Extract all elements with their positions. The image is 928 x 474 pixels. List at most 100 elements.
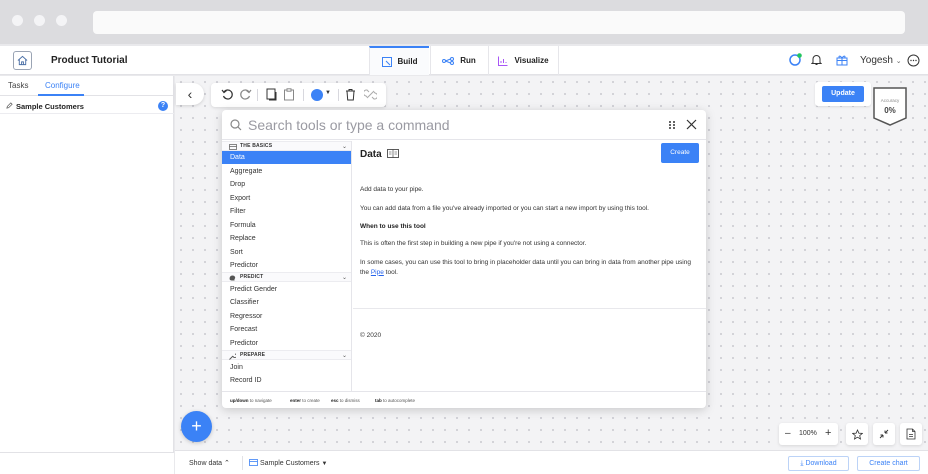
bottom-data-bar: Show data ⌃ Sample Customers ▼ ⤓ Downloa…	[175, 450, 928, 474]
plus-icon: +	[191, 416, 202, 436]
chevron-up-icon: ⌃	[224, 460, 230, 467]
divider	[353, 308, 706, 309]
toolbar-separator	[257, 89, 258, 101]
table-icon	[229, 144, 237, 150]
section-heading: When to use this tool	[360, 223, 426, 230]
zoom-out-button[interactable]: –	[785, 428, 791, 439]
drag-handle-icon[interactable]	[668, 120, 676, 130]
sidebar-item-label: Sample Customers	[16, 102, 84, 111]
color-picker-swatch[interactable]	[311, 89, 323, 101]
home-button[interactable]	[13, 51, 32, 70]
list-item[interactable]: Filter	[222, 205, 351, 218]
export-document-button[interactable]	[900, 423, 922, 445]
star-outline-icon	[851, 428, 863, 440]
pipe-link[interactable]: Pipe	[371, 269, 384, 276]
chevron-down-icon[interactable]: ▼	[325, 90, 331, 96]
download-button[interactable]: ⤓ Download	[788, 456, 849, 471]
chevron-left-icon: ‹	[187, 86, 193, 102]
tab-visualize[interactable]: Visualize	[488, 46, 559, 75]
hint-navigate: up/down to navigate	[230, 398, 272, 403]
list-item[interactable]: Record ID	[222, 374, 351, 387]
tab-configure[interactable]: Configure	[45, 81, 80, 90]
sidebar-footer	[0, 452, 174, 474]
list-item[interactable]: Forecast	[222, 323, 351, 336]
list-item[interactable]: Data	[222, 151, 351, 164]
bell-icon[interactable]	[811, 54, 822, 66]
help-icon[interactable]: ?	[158, 101, 168, 111]
add-node-button[interactable]: +	[181, 411, 212, 442]
url-bar[interactable]	[93, 11, 905, 34]
tab-build[interactable]: Build	[369, 46, 429, 75]
home-icon	[17, 55, 28, 66]
close-icon[interactable]	[686, 119, 697, 130]
chevron-down-icon: ⌄	[342, 353, 348, 359]
section-header-prepare[interactable]: PREPARE ⌄	[222, 350, 351, 360]
minimize-view-button[interactable]	[873, 423, 895, 445]
sidebar-tabs: Tasks Configure	[0, 76, 174, 96]
trash-icon[interactable]	[345, 88, 356, 101]
list-item[interactable]: Predictor	[222, 259, 351, 272]
tab-run[interactable]: Run	[430, 46, 487, 75]
window-close-dot[interactable]	[12, 15, 23, 26]
divider	[242, 456, 243, 470]
list-item[interactable]: Predictor	[222, 337, 351, 350]
update-button[interactable]: Update	[822, 86, 864, 102]
tool-detail-title: Data	[360, 149, 400, 160]
brain-icon	[229, 275, 236, 281]
window-maximize-dot[interactable]	[56, 15, 67, 26]
download-icon: ⤓	[800, 460, 804, 467]
project-title: Product Tutorial	[51, 55, 128, 66]
active-tab-indicator	[38, 94, 84, 96]
collapse-sidebar-button[interactable]: ‹	[176, 83, 204, 105]
list-item[interactable]: Predict Gender	[222, 283, 351, 296]
wrench-icon	[229, 353, 236, 360]
list-item[interactable]: Classifier	[222, 296, 351, 309]
list-item[interactable]: Regressor	[222, 310, 351, 323]
hint-autocomplete: tab to autocomplete	[375, 398, 416, 403]
gift-icon[interactable]	[836, 54, 848, 66]
palette-tool-list: THE BASICS ⌄ Data Aggregate Drop Export …	[222, 141, 352, 391]
status-ring-icon[interactable]	[788, 53, 802, 67]
list-item[interactable]: Join	[222, 361, 351, 374]
copy-icon[interactable]	[265, 88, 277, 101]
chevron-down-icon: ⌄	[895, 58, 902, 65]
dataset-selector[interactable]: Sample Customers ▼	[249, 459, 327, 467]
hint-dismiss: esc to dismiss	[331, 398, 360, 403]
book-icon	[387, 149, 400, 158]
zoom-in-button[interactable]: +	[825, 427, 831, 439]
create-chart-button[interactable]: Create chart	[857, 456, 920, 471]
hint-create: enter to create	[290, 398, 320, 403]
list-item[interactable]: Drop	[222, 178, 351, 191]
list-item[interactable]: Aggregate	[222, 165, 351, 178]
fit-view-button[interactable]	[846, 423, 868, 445]
tab-build-label: Build	[397, 57, 418, 66]
tool-palette: THE BASICS ⌄ Data Aggregate Drop Export …	[222, 110, 706, 408]
show-data-toggle[interactable]: Show data ⌃	[189, 459, 230, 467]
section-header-basics[interactable]: THE BASICS ⌄	[222, 141, 351, 151]
tool-detail-pane: Data Create Add data to your pipe. You c…	[353, 141, 706, 391]
user-menu[interactable]: Yogesh ⌄	[860, 55, 902, 66]
tool-description: In some cases, you can use this tool to …	[360, 258, 700, 277]
dataset-label: Sample Customers	[259, 460, 320, 467]
chart-icon	[498, 56, 508, 66]
chat-icon[interactable]	[907, 54, 920, 67]
tab-tasks[interactable]: Tasks	[8, 81, 28, 90]
create-button[interactable]: Create	[661, 143, 699, 163]
chevron-down-icon: ⌄	[342, 144, 348, 150]
app-header: Product Tutorial Build Run Visualize Yog…	[0, 46, 928, 75]
redo-icon[interactable]	[239, 88, 252, 101]
undo-icon[interactable]	[221, 88, 234, 101]
list-item[interactable]: Sort	[222, 246, 351, 259]
list-item[interactable]: Export	[222, 192, 351, 205]
list-item[interactable]: Formula	[222, 219, 351, 232]
text-span: tool.	[383, 268, 398, 276]
unlink-icon[interactable]	[364, 88, 377, 101]
palette-search-input[interactable]	[248, 115, 628, 135]
sidebar-item-sample-customers[interactable]: Sample Customers ?	[0, 98, 174, 114]
list-item[interactable]: Replace	[222, 232, 351, 245]
paste-icon[interactable]	[283, 88, 295, 101]
window-minimize-dot[interactable]	[34, 15, 45, 26]
zoom-control: – 100% +	[779, 423, 838, 445]
show-data-label: Show data	[189, 460, 223, 467]
section-header-predict[interactable]: PREDICT ⌄	[222, 272, 351, 282]
